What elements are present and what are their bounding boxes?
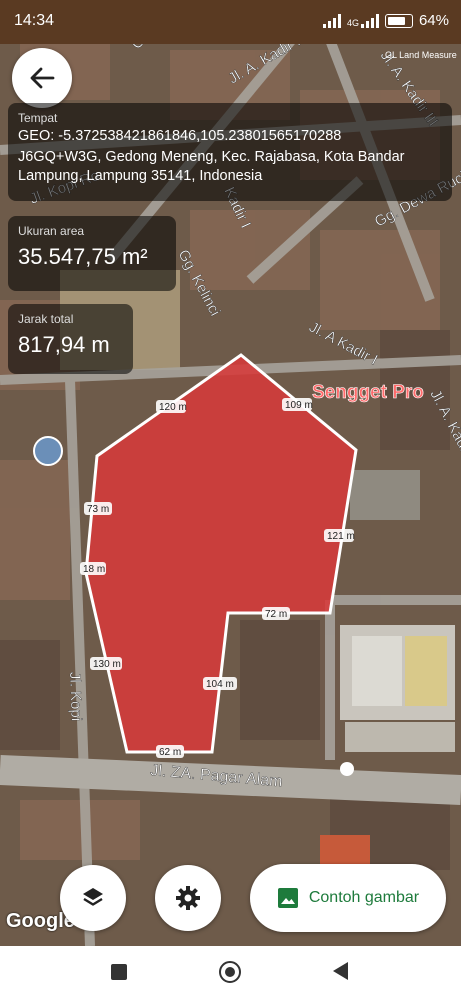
svg-text:130 m: 130 m xyxy=(93,659,121,670)
status-time: 14:34 xyxy=(14,12,55,29)
area-value: 35.547,75 m² xyxy=(18,244,148,269)
signal-4g-icon: 4G xyxy=(347,13,379,28)
segment-label: 18 m xyxy=(80,562,106,575)
watermark-text: Sengget Pro xyxy=(312,382,424,403)
segment-label: 109 m xyxy=(282,398,313,411)
distance-value: 817,94 m xyxy=(18,332,110,357)
battery-icon xyxy=(384,13,413,28)
home-icon[interactable] xyxy=(219,961,241,983)
place-geo: GEO: -5.372538421861846,105.238015651702… xyxy=(18,128,342,144)
layers-button[interactable] xyxy=(60,865,126,931)
sample-image-button[interactable]: Contoh gambar xyxy=(250,864,446,932)
segment-label: 72 m xyxy=(262,607,290,620)
image-icon xyxy=(277,888,298,908)
svg-text:121 m: 121 m xyxy=(327,531,355,542)
location-info-panel: Tempat GEO: -5.372538421861846,105.23801… xyxy=(8,103,452,201)
signal-icon xyxy=(322,13,341,28)
system-nav-bar xyxy=(0,946,461,1000)
svg-text:109 m: 109 m xyxy=(285,400,313,411)
school-marker-icon[interactable] xyxy=(33,436,63,466)
status-bar: 14:34 4G 64% xyxy=(0,0,461,44)
segment-label: 104 m xyxy=(203,677,237,690)
segment-label: 130 m xyxy=(90,657,122,670)
area-label: Ukuran area xyxy=(18,224,85,238)
bus-stop-icon[interactable] xyxy=(340,762,354,776)
segment-label: 121 m xyxy=(324,529,355,542)
poi-label: GL Land Measure xyxy=(385,50,457,60)
distance-panel: Jarak total 817,94 m xyxy=(8,304,133,374)
battery-percent: 64% xyxy=(418,12,449,29)
segment-label: 120 m xyxy=(156,400,187,413)
svg-text:104 m: 104 m xyxy=(206,679,234,690)
back-button[interactable] xyxy=(12,48,72,108)
recents-icon[interactable] xyxy=(111,964,127,980)
place-label: Tempat xyxy=(18,111,58,125)
back-triangle-icon[interactable] xyxy=(333,962,348,980)
svg-text:72 m: 72 m xyxy=(265,609,287,620)
segment-label: 62 m xyxy=(156,745,184,758)
status-icons: 4G 64% xyxy=(322,12,449,29)
svg-text:120 m: 120 m xyxy=(159,402,187,413)
svg-text:18 m: 18 m xyxy=(83,564,105,575)
layers-icon xyxy=(83,888,103,906)
distance-label: Jarak total xyxy=(18,312,74,326)
gear-icon xyxy=(176,886,200,910)
area-panel: Ukuran area 35.547,75 m² xyxy=(8,216,176,291)
place-address: J6GQ+W3G, Gedong Meneng, Kec. Rajabasa, … xyxy=(18,149,405,184)
segment-label: 73 m xyxy=(84,502,112,515)
sample-image-label: Contoh gambar xyxy=(308,889,420,906)
svg-text:62 m: 62 m xyxy=(159,747,181,758)
svg-text:73 m: 73 m xyxy=(87,504,109,515)
arrow-left-icon xyxy=(30,67,55,89)
settings-button[interactable] xyxy=(155,865,221,931)
street-label: Jl. Kopi xyxy=(66,672,85,722)
